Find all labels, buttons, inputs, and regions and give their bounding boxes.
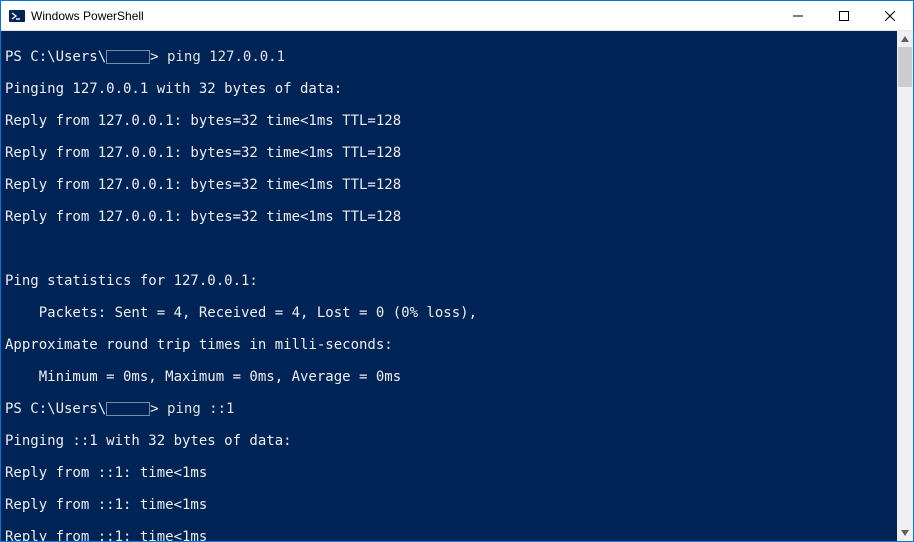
window-controls <box>775 1 913 30</box>
scroll-up-arrow-icon[interactable] <box>897 31 913 47</box>
output-line: Approximate round trip times in milli-se… <box>5 337 893 353</box>
command-text: ping ::1 <box>167 401 234 417</box>
output-line: Reply from ::1: time<1ms <box>5 497 893 513</box>
output-line: Pinging 127.0.0.1 with 32 bytes of data: <box>5 81 893 97</box>
prompt-text: PS C:\Users\ <box>5 401 106 417</box>
output-line: Minimum = 0ms, Maximum = 0ms, Average = … <box>5 369 893 385</box>
prompt-suffix: > <box>150 49 158 65</box>
window-title: Windows PowerShell <box>31 9 775 23</box>
output-line: Reply from ::1: time<1ms <box>5 529 893 541</box>
powershell-icon <box>9 8 25 24</box>
close-button[interactable] <box>867 1 913 30</box>
output-line: Reply from 127.0.0.1: bytes=32 time<1ms … <box>5 177 893 193</box>
prompt-suffix: > <box>150 401 158 417</box>
command-text: ping 127.0.0.1 <box>167 49 285 65</box>
output-line: Reply from ::1: time<1ms <box>5 465 893 481</box>
minimize-button[interactable] <box>775 1 821 30</box>
output-line: Packets: Sent = 4, Received = 4, Lost = … <box>5 305 893 321</box>
output-line: Pinging ::1 with 32 bytes of data: <box>5 433 893 449</box>
vertical-scrollbar[interactable] <box>897 31 913 541</box>
maximize-button[interactable] <box>821 1 867 30</box>
prompt-text: PS C:\Users\ <box>5 49 106 65</box>
output-line: Reply from 127.0.0.1: bytes=32 time<1ms … <box>5 209 893 225</box>
output-line: Reply from 127.0.0.1: bytes=32 time<1ms … <box>5 113 893 129</box>
redacted-username <box>106 402 150 416</box>
terminal-output[interactable]: PS C:\Users\ > ping 127.0.0.1 Pinging 127… <box>1 31 897 541</box>
redacted-username <box>106 50 150 64</box>
window-titlebar[interactable]: Windows PowerShell <box>1 1 913 31</box>
scrollbar-thumb[interactable] <box>898 47 912 87</box>
output-line: Ping statistics for 127.0.0.1: <box>5 273 893 289</box>
output-line: Reply from 127.0.0.1: bytes=32 time<1ms … <box>5 145 893 161</box>
output-line <box>5 241 893 257</box>
terminal-area: PS C:\Users\ > ping 127.0.0.1 Pinging 127… <box>1 31 913 541</box>
scroll-down-arrow-icon[interactable] <box>897 525 913 541</box>
